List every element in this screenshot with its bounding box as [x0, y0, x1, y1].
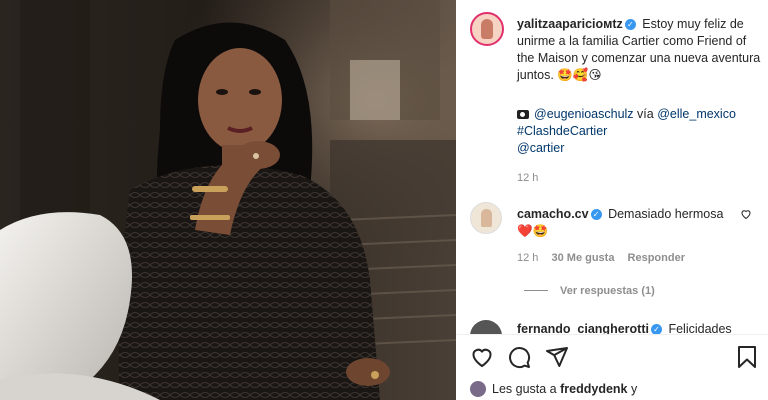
- liker-avatar[interactable]: [470, 381, 486, 397]
- likes-summary: Les gusta a freddydenk y: [470, 381, 637, 397]
- likes-prefix: Les gusta a: [492, 382, 557, 396]
- heart-icon[interactable]: [470, 345, 494, 369]
- author-avatar[interactable]: [470, 12, 504, 46]
- credit-via: vía: [637, 107, 654, 121]
- comment-meta: 12 h 30 Me gusta Responder: [517, 252, 695, 264]
- action-bar: [456, 335, 768, 375]
- post-sidebar: yalitzaaparicioмtz ✓ Estoy muy feliz de u…: [456, 0, 768, 400]
- comment-icon[interactable]: [507, 345, 531, 369]
- caption-emojis: 🤩🥰😘: [557, 68, 602, 82]
- comment-text: Demasiado hermosa: [608, 207, 724, 221]
- comment-item: fernando_ciangherotti ✓ Felicidades: [470, 318, 760, 334]
- comment-username[interactable]: fernando_ciangherotti: [517, 322, 649, 334]
- camera-icon: [517, 110, 529, 119]
- caption-credits: @eugenioaschulz vía @elle_mexico #Clashd…: [517, 106, 767, 157]
- paper-plane-icon[interactable]: [545, 345, 569, 369]
- credit-mag-link[interactable]: @elle_mexico: [657, 107, 736, 121]
- credit-handle-link[interactable]: @eugenioaschulz: [534, 107, 634, 121]
- hashtag-link[interactable]: #ClashdeCartier: [517, 124, 607, 138]
- comment-time[interactable]: 12 h: [517, 252, 538, 264]
- comment-emojis: ❤️🤩: [517, 224, 549, 238]
- portrait-photo: [0, 0, 456, 400]
- comment-username[interactable]: camacho.cv: [517, 207, 589, 221]
- commenter-avatar[interactable]: [470, 320, 502, 334]
- caption-timestamp[interactable]: 12 h: [517, 172, 538, 184]
- comment-text-block: fernando_ciangherotti ✓ Felicidades: [517, 322, 732, 334]
- liker-username[interactable]: freddydenk: [560, 382, 627, 396]
- comment-like-heart-icon[interactable]: [740, 208, 752, 220]
- instagram-post: yalitzaaparicioмtz ✓ Estoy muy feliz de u…: [0, 0, 768, 400]
- bookmark-icon[interactable]: [736, 345, 758, 369]
- view-replies-label: Ver respuestas (1): [560, 285, 655, 297]
- likes-suffix: y: [631, 382, 638, 396]
- comment-text: Felicidades: [668, 322, 732, 334]
- caption-text-block: yalitzaaparicioмtz ✓ Estoy muy feliz de u…: [517, 16, 767, 84]
- post-photo[interactable]: [0, 0, 456, 400]
- verified-badge-icon: ✓: [650, 324, 662, 334]
- commenter-avatar[interactable]: [470, 202, 502, 234]
- comment-text-block: camacho.cv ✓ Demasiado hermosa ❤️🤩: [517, 206, 737, 240]
- comment-reply-button[interactable]: Responder: [628, 252, 685, 264]
- replies-divider: [524, 290, 548, 291]
- verified-badge-icon: ✓: [624, 19, 636, 30]
- mention-link[interactable]: @cartier: [517, 141, 564, 155]
- caption-username[interactable]: yalitzaaparicioмtz: [517, 17, 623, 31]
- comment-likes[interactable]: 30 Me gusta: [551, 252, 614, 264]
- verified-badge-icon: ✓: [590, 209, 602, 220]
- view-replies-button[interactable]: Ver respuestas (1): [524, 285, 655, 297]
